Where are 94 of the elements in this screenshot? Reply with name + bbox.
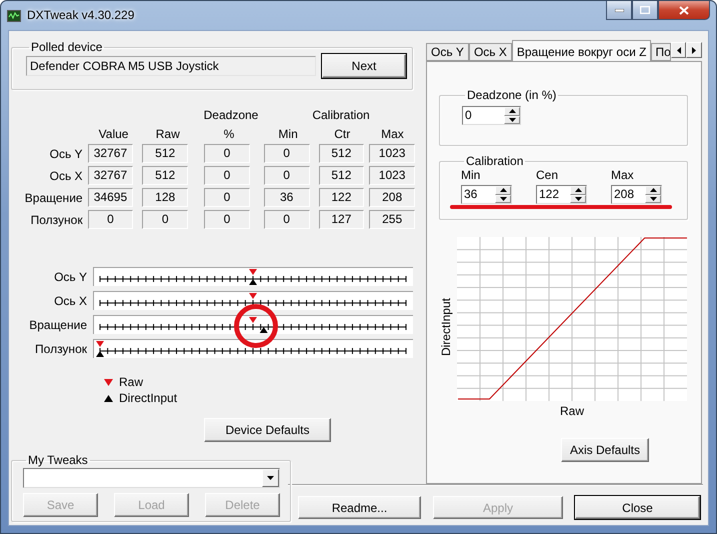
- column-header: Value: [98, 127, 130, 141]
- value-cell: 0: [264, 166, 310, 185]
- caret-up-icon: [508, 109, 516, 114]
- tab[interactable]: Вращение вокруг оси Z: [512, 40, 652, 61]
- field-label: Cen: [536, 168, 560, 182]
- tab[interactable]: Ось X: [468, 43, 512, 61]
- field-label: Min: [461, 168, 482, 182]
- column-header: Min: [277, 127, 299, 141]
- column-header: Ctr: [333, 127, 352, 141]
- deadzone-spin-field[interactable]: 0: [462, 106, 521, 125]
- row-label: Ось X: [48, 168, 84, 182]
- value-cell: 1023: [369, 166, 415, 185]
- row-label: Вращение: [24, 190, 84, 204]
- directinput-marker-icon: [104, 394, 113, 402]
- caret-up-icon: [650, 188, 656, 192]
- tab-scroll-left-button[interactable]: [670, 42, 686, 58]
- value-cell: 512: [142, 144, 188, 163]
- group-title: Deadzone (in %): [466, 88, 558, 102]
- caret-down-icon: [574, 196, 582, 201]
- device-defaults-button[interactable]: Device Defaults: [204, 418, 331, 442]
- value-cell: 208: [369, 188, 415, 207]
- minimize-button[interactable]: [606, 1, 632, 20]
- legend-label: DirectInput: [119, 391, 178, 405]
- value-cell: 0: [142, 210, 188, 229]
- value-cell: 255: [369, 210, 415, 229]
- dropdown-button[interactable]: [262, 469, 279, 487]
- monitor-icon: [7, 10, 21, 22]
- column-group-header: Calibration: [311, 108, 371, 122]
- window-title: DXTweak v4.30.229: [27, 8, 134, 22]
- axis-defaults-button[interactable]: Axis Defaults: [561, 438, 649, 462]
- value-cell: 34695: [88, 188, 134, 207]
- value-cell: 0: [204, 144, 250, 163]
- value-cell: 0: [204, 210, 250, 229]
- close-icon: [679, 6, 689, 14]
- caret-down-icon: [500, 196, 506, 201]
- raw-marker-icon: [104, 378, 113, 386]
- field-label: Max: [611, 168, 635, 182]
- group-title: Calibration: [465, 154, 524, 168]
- y-axis-label: DirectInput: [439, 298, 453, 357]
- caret-down-icon: [650, 196, 656, 201]
- spin-up-button[interactable]: [645, 186, 661, 194]
- tab[interactable]: По: [651, 43, 671, 61]
- x-axis-label: Raw: [560, 404, 584, 418]
- spin-up-button[interactable]: [570, 186, 586, 194]
- axis-label: Ползунок: [34, 342, 88, 356]
- right-arrow-icon: [692, 46, 696, 54]
- caret-up-icon: [500, 188, 506, 192]
- value-cell: 0: [88, 210, 134, 229]
- spin-up-button[interactable]: [504, 107, 520, 116]
- tweaks-combo-box[interactable]: [23, 468, 280, 488]
- value-cell: 128: [142, 188, 188, 207]
- axis-label: Вращение: [28, 318, 88, 332]
- value-cell: 32767: [88, 166, 134, 185]
- value-cell: 36: [264, 188, 310, 207]
- value-cell: 1023: [369, 144, 415, 163]
- row-label: Ось Y: [48, 146, 84, 160]
- column-group-header: Deadzone: [202, 108, 260, 122]
- row-label: Ползунок: [30, 212, 84, 226]
- value-cell: 512: [318, 144, 364, 163]
- value-cell: 32767: [88, 144, 134, 163]
- dialog-button[interactable]: Close: [575, 496, 700, 519]
- value-cell: 512: [318, 166, 364, 185]
- value-cell: 0: [204, 166, 250, 185]
- caret-down-icon: [267, 476, 274, 480]
- column-header: %: [222, 127, 236, 141]
- value-cell: 0: [264, 210, 310, 229]
- calibration-spin-field[interactable]: 36: [461, 185, 512, 204]
- next-button[interactable]: Next: [322, 54, 406, 78]
- maximize-button[interactable]: [632, 1, 658, 20]
- value-cell: 0: [204, 188, 250, 207]
- caret-up-icon: [574, 188, 582, 192]
- close-button[interactable]: [658, 1, 710, 20]
- tab-scroll-right-button[interactable]: [686, 42, 702, 58]
- tab[interactable]: Ось Y: [426, 43, 469, 61]
- value-cell: 122: [318, 188, 364, 207]
- axis-label: Ось X: [53, 294, 88, 308]
- group-title: My Tweaks: [27, 453, 89, 467]
- maximize-icon: [640, 6, 650, 14]
- spin-up-button[interactable]: [495, 186, 511, 194]
- group-title: Polled device: [30, 40, 104, 54]
- value-cell: 0: [264, 144, 310, 163]
- column-header: Max: [380, 127, 405, 141]
- legend-label: Raw: [119, 375, 144, 389]
- column-header: Raw: [154, 127, 181, 141]
- value-cell: 512: [142, 166, 188, 185]
- caret-down-icon: [508, 118, 516, 122]
- minimize-icon: [614, 8, 624, 12]
- calibration-spin-field[interactable]: 208: [611, 185, 662, 204]
- device-name-field: Defender COBRA M5 USB Joystick: [26, 56, 316, 76]
- dialog-button[interactable]: Readme...: [298, 496, 421, 519]
- axis-label: Ось Y: [53, 270, 88, 284]
- left-arrow-icon: [676, 46, 681, 54]
- value-cell: 127: [318, 210, 364, 229]
- calibration-spin-field[interactable]: 122: [536, 185, 587, 204]
